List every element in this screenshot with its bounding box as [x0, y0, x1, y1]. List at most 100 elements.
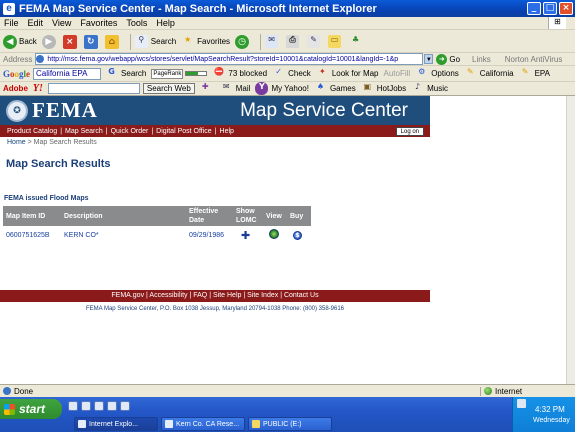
- windows-flag-icon: [4, 403, 15, 415]
- adobe-button[interactable]: Adobe: [3, 84, 28, 93]
- bookmark-epa-button[interactable]: ✎ EPA: [519, 67, 550, 80]
- footer-link-faq[interactable]: FAQ: [193, 292, 207, 299]
- yahoo-tool-button[interactable]: ✚: [199, 82, 215, 95]
- minimize-button[interactable]: _: [527, 2, 541, 15]
- autofill-button[interactable]: AutoFill: [384, 69, 411, 78]
- nav-digital-post-office[interactable]: Digital Post Office: [156, 128, 212, 135]
- nav-product-catalog[interactable]: Product Catalog: [7, 128, 57, 135]
- options-button[interactable]: ⚙ Options: [415, 67, 459, 80]
- search-button[interactable]: ⚲ Search: [134, 35, 176, 48]
- look-for-map-button[interactable]: ✦ Look for Map: [316, 67, 379, 80]
- home-button[interactable]: ⌂: [104, 34, 121, 49]
- favorites-button[interactable]: ★ Favorites: [181, 35, 230, 48]
- footer-link-site-index[interactable]: Site Index: [247, 292, 278, 299]
- clock-day: Wednesday: [533, 417, 570, 424]
- quick-launch-app-icon[interactable]: [107, 401, 117, 411]
- stop-button[interactable]: ×: [62, 34, 79, 49]
- footer-link-accessibility[interactable]: Accessibility: [149, 292, 187, 299]
- page-done-icon: [3, 387, 11, 395]
- forward-arrow-icon: ▶: [41, 34, 56, 49]
- footer-link-contact-us[interactable]: Contact Us: [284, 292, 319, 299]
- col-map-item-id: Map Item ID: [3, 206, 61, 226]
- search-web-button[interactable]: Search Web: [142, 83, 195, 94]
- menu-file[interactable]: File: [4, 18, 19, 28]
- col-description: Description: [61, 206, 186, 226]
- google-search-button[interactable]: G Search: [105, 67, 146, 80]
- footer-address: FEMA Map Service Center, P.O. Box 1038 J…: [85, 306, 345, 312]
- yahoo-search-input[interactable]: [47, 83, 140, 94]
- games-button[interactable]: ♠ Games: [314, 82, 356, 95]
- map-item-id-link[interactable]: 0600751625B: [3, 226, 61, 244]
- yahoo-mail-button[interactable]: ✉ Mail: [220, 82, 251, 95]
- nav-map-search[interactable]: Map Search: [65, 128, 103, 135]
- yahoo-mail-label: Mail: [235, 84, 251, 93]
- address-input[interactable]: http://msc.fema.gov/webapp/wcs/stores/se…: [35, 53, 424, 65]
- links-button[interactable]: Links: [472, 55, 491, 64]
- edit-button[interactable]: ✎: [307, 35, 323, 48]
- options-label: Options: [431, 69, 459, 78]
- menu-help[interactable]: Help: [156, 18, 175, 28]
- quick-launch-desktop-icon[interactable]: [81, 401, 91, 411]
- show-lomc-plus-icon[interactable]: ✚: [241, 229, 250, 242]
- nav-quick-order[interactable]: Quick Order: [111, 128, 149, 135]
- messenger-button[interactable]: ♣: [349, 35, 365, 48]
- google-logo[interactable]: Google: [3, 69, 30, 79]
- go-arrow-icon: ➜: [436, 53, 448, 65]
- popup-blocked-count: 73 blocked: [228, 69, 268, 78]
- bookmark-california-button[interactable]: ✎ California: [464, 67, 514, 80]
- task-label: Internet Explo...: [89, 420, 139, 428]
- pagerank-label: PageRank: [151, 68, 184, 79]
- close-button[interactable]: ×: [559, 2, 573, 15]
- maximize-button[interactable]: □: [543, 2, 557, 15]
- footer-link-site-help[interactable]: Site Help: [213, 292, 241, 299]
- buy-cart-icon[interactable]: $: [293, 230, 302, 240]
- log-on-button[interactable]: Log on: [395, 126, 424, 136]
- spellcheck-button[interactable]: ✓ Check: [272, 67, 311, 80]
- footer-link-fema-gov[interactable]: FEMA.gov: [111, 292, 144, 299]
- back-button[interactable]: ◀ Back: [3, 34, 37, 49]
- my-yahoo-button[interactable]: Y My Yahoo!: [255, 82, 309, 95]
- history-button[interactable]: ◷: [235, 34, 251, 49]
- tray-app-icon[interactable]: [517, 399, 526, 408]
- description-link[interactable]: KERN CO*: [61, 226, 186, 244]
- google-search-input[interactable]: California EPA: [33, 67, 102, 80]
- refresh-button[interactable]: ↻: [83, 34, 100, 49]
- col-show-lomc: Show LOMC: [233, 206, 263, 226]
- music-button[interactable]: ♪ Music: [411, 82, 448, 95]
- vertical-scrollbar[interactable]: [566, 96, 575, 384]
- print-button[interactable]: ⎙: [286, 35, 302, 48]
- hotjobs-button[interactable]: ▣ HotJobs: [361, 82, 406, 95]
- table-header-row: Map Item ID Description Effective Date S…: [3, 206, 311, 226]
- menu-view[interactable]: View: [52, 18, 71, 28]
- yahoo-toolbar: Adobe Y! Search Web ✚ ✉ Mail Y My Yahoo! ♠…: [0, 82, 575, 96]
- task-kern-co[interactable]: Kern Co. CA Rese...: [161, 417, 245, 431]
- nav-help[interactable]: Help: [220, 128, 234, 135]
- folder-button[interactable]: ▭: [328, 35, 344, 48]
- menu-favorites[interactable]: Favorites: [80, 18, 117, 28]
- mail-button[interactable]: ✉: [265, 35, 281, 48]
- menu-edit[interactable]: Edit: [28, 18, 44, 28]
- fema-logo[interactable]: FEMA: [32, 98, 98, 123]
- popup-blocker-button[interactable]: ⛔ 73 blocked: [212, 67, 267, 80]
- fema-seal-icon[interactable]: ✪: [6, 99, 28, 122]
- view-globe-icon[interactable]: [269, 229, 279, 239]
- breadcrumb-home[interactable]: Home: [7, 139, 26, 146]
- menu-tools[interactable]: Tools: [126, 18, 147, 28]
- nav-separator: |: [105, 127, 108, 135]
- norton-antivirus-button[interactable]: Norton AntiVirus: [505, 55, 563, 64]
- quick-launch-app-icon[interactable]: [120, 401, 130, 411]
- go-button[interactable]: ➜ Go: [436, 53, 460, 65]
- quick-launch-ie-icon[interactable]: [68, 401, 78, 411]
- clock-time[interactable]: 4:32 PM: [535, 405, 565, 414]
- pagerank-meter: PageRank: [151, 68, 208, 79]
- search-icon: ⚲: [134, 35, 148, 48]
- view-cell: [263, 226, 287, 244]
- start-button[interactable]: start: [0, 399, 62, 419]
- forward-button[interactable]: ▶: [41, 34, 58, 49]
- show-lomc-cell: ✚: [233, 226, 263, 244]
- yahoo-logo[interactable]: Y!: [33, 83, 43, 94]
- task-internet-explorer[interactable]: Internet Explo...: [74, 417, 158, 431]
- address-dropdown-icon[interactable]: ▼: [424, 54, 434, 64]
- quick-launch-mail-icon[interactable]: [94, 401, 104, 411]
- task-public-drive[interactable]: PUBLIC (E:): [248, 417, 332, 431]
